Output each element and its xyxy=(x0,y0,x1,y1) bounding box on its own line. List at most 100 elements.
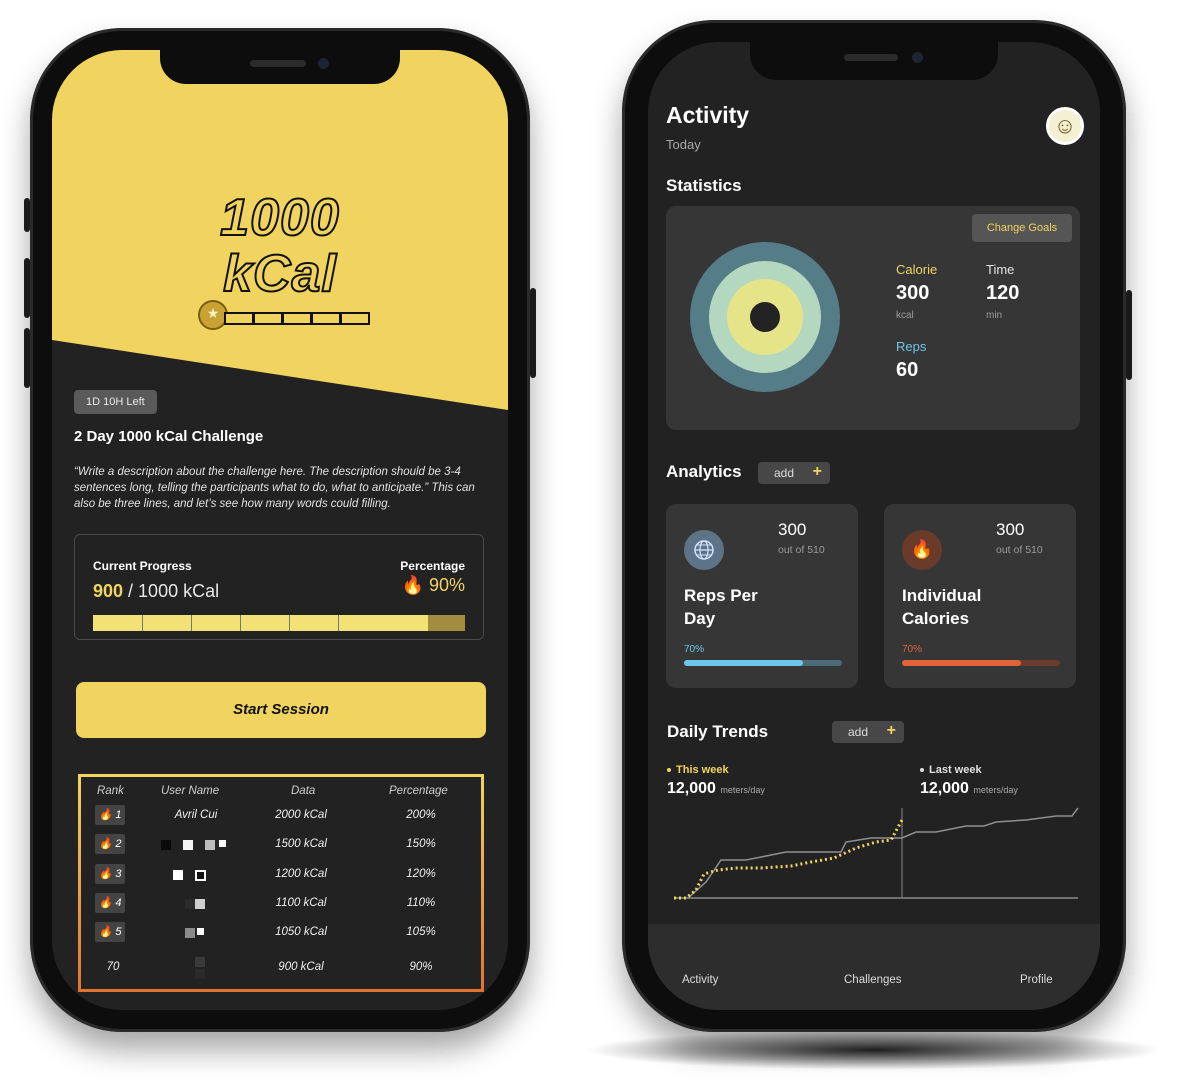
rank-badge: 🔥 4 xyxy=(95,893,125,913)
calorie-value: 300 xyxy=(896,282,930,304)
leaderboard-row[interactable]: 🔥 2 1500 kCal 150% xyxy=(81,834,481,856)
percentage-value: 110% xyxy=(406,897,436,909)
rank-value: 3 xyxy=(115,868,122,880)
pixelated-name xyxy=(185,928,195,938)
leaderboard-row[interactable]: 🔥 3 1200 kCal 120% xyxy=(81,864,481,886)
side-button xyxy=(1126,290,1132,380)
pixelated-name xyxy=(185,899,195,909)
pixelated-name xyxy=(195,870,206,881)
data-value: 900 kCal xyxy=(278,961,324,973)
activity-phone: Activity Today ☺ Statistics Change Goals… xyxy=(622,20,1132,1032)
progress-bar-divider xyxy=(142,615,143,631)
add-label: add xyxy=(774,466,795,480)
challenge-phone: 1000 kCal ★ 1D 10H Left 2 Day 1000 kCal … xyxy=(24,28,536,1032)
percentage-value: 105% xyxy=(406,926,436,938)
progress-bar-divider xyxy=(191,615,192,631)
last-week-value-row: 12,000 meters/day xyxy=(920,780,1018,798)
plus-icon: + xyxy=(812,463,822,480)
trends-add-button[interactable]: add + xyxy=(832,721,904,743)
progress-current: 900 xyxy=(93,581,124,601)
nav-activity[interactable]: Activity xyxy=(682,974,718,986)
leaderboard-row[interactable]: 70 900 kCal 90% xyxy=(81,957,481,979)
leaderboard-header-percentage: Percentage xyxy=(389,785,448,797)
hero-title-line2: kCal xyxy=(222,245,337,303)
percentage-value: 150% xyxy=(406,838,436,850)
progress-label: Current Progress xyxy=(93,559,192,573)
avatar[interactable]: ☺ xyxy=(1046,107,1084,145)
start-session-button[interactable]: Start Session xyxy=(76,682,486,738)
progress-bar xyxy=(93,615,465,631)
card-progress-fill xyxy=(684,660,803,666)
data-value: 1500 kCal xyxy=(275,838,327,850)
leaderboard-row[interactable]: 🔥 1 Avril Cui 2000 kCal 200% xyxy=(81,805,481,827)
speaker xyxy=(250,60,306,67)
time-left-badge: 1D 10H Left xyxy=(74,390,157,414)
hero-progress-segment xyxy=(311,312,341,325)
page-subtitle: Today xyxy=(666,137,701,152)
user-name: Avril Cui xyxy=(174,809,218,821)
last-week-value: 12,000 xyxy=(920,780,969,797)
percentage-value: 120% xyxy=(406,868,436,880)
data-value: 2000 kCal xyxy=(275,809,327,821)
change-goals-button[interactable]: Change Goals xyxy=(972,214,1072,242)
data-value: 1050 kCal xyxy=(275,926,327,938)
card-progress-fill xyxy=(902,660,1021,666)
time-value: 120 xyxy=(986,282,1020,304)
hero-title-line1: 1000 xyxy=(219,189,340,247)
nav-challenges[interactable]: Challenges xyxy=(844,974,902,986)
ring-center xyxy=(750,302,780,332)
bottom-nav: Activity Challenges Profile xyxy=(648,924,1100,1010)
fire-icon: 🔥 xyxy=(98,868,113,880)
daily-trends-chart xyxy=(674,807,1079,900)
card-percentage: 70% xyxy=(684,644,705,655)
speaker xyxy=(844,54,898,61)
plus-icon: + xyxy=(886,722,896,739)
analytics-card-calories[interactable]: 🔥 300 out of 510 Individual Calories 70% xyxy=(884,504,1076,688)
time-unit: min xyxy=(986,310,1003,321)
rank-value: 1 xyxy=(115,809,122,821)
last-week-line xyxy=(674,807,1079,899)
pixelated-name xyxy=(197,928,204,935)
leaderboard-row[interactable]: 🔥 5 1050 kCal 105% xyxy=(81,922,481,944)
legend-dot xyxy=(667,768,671,773)
progress-bar-divider xyxy=(289,615,290,631)
progress-bar-divider xyxy=(240,615,241,631)
this-week-value: 12,000 xyxy=(667,780,716,797)
pixelated-name xyxy=(219,840,226,847)
leaderboard-header-user: User Name xyxy=(161,785,220,797)
hero-progress-segment xyxy=(253,312,283,325)
rank-value: 5 xyxy=(115,926,122,938)
calorie-unit: kcal xyxy=(896,310,914,321)
card-percentage: 70% xyxy=(902,644,923,655)
progress-bar-divider xyxy=(338,615,339,631)
nav-profile[interactable]: Profile xyxy=(1020,974,1053,986)
fire-icon: 🔥 xyxy=(902,530,942,570)
percentage-value: 200% xyxy=(406,809,436,821)
card-title: Individual Calories xyxy=(902,584,981,630)
card-value: 300 xyxy=(778,520,807,539)
legend-this-week: This week xyxy=(667,764,729,776)
fire-icon: 🔥 xyxy=(98,838,113,850)
reps-label: Reps xyxy=(896,339,927,354)
analytics-add-button[interactable]: add + xyxy=(758,462,830,484)
reps-value: 60 xyxy=(896,359,919,381)
pixelated-name xyxy=(173,870,183,880)
legend-last-week: Last week xyxy=(920,764,982,776)
activity-screen: Activity Today ☺ Statistics Change Goals… xyxy=(648,42,1100,1010)
leaderboard-header-rank: Rank xyxy=(97,785,124,797)
rank-value: 2 xyxy=(115,838,122,850)
last-week-unit: meters/day xyxy=(973,785,1018,795)
fire-icon: 🔥 xyxy=(98,809,113,821)
statistics-card: Change Goals Calorie 300 kcal Time 120 m… xyxy=(666,206,1080,430)
camera-icon xyxy=(318,58,329,69)
challenge-screen: 1000 kCal ★ 1D 10H Left 2 Day 1000 kCal … xyxy=(52,50,508,1010)
analytics-card-reps[interactable]: 300 out of 510 Reps Per Day 70% xyxy=(666,504,858,688)
rank-badge: 🔥 1 xyxy=(95,805,125,825)
daily-trends-heading: Daily Trends xyxy=(667,722,769,741)
card-title-line1: Reps Per xyxy=(684,586,758,605)
this-week-unit: meters/day xyxy=(720,785,765,795)
page-title: Activity xyxy=(666,102,750,128)
legend-dot xyxy=(920,768,924,773)
leaderboard-row[interactable]: 🔥 4 1100 kCal 110% xyxy=(81,893,481,915)
fire-icon: 🔥 xyxy=(98,926,113,938)
